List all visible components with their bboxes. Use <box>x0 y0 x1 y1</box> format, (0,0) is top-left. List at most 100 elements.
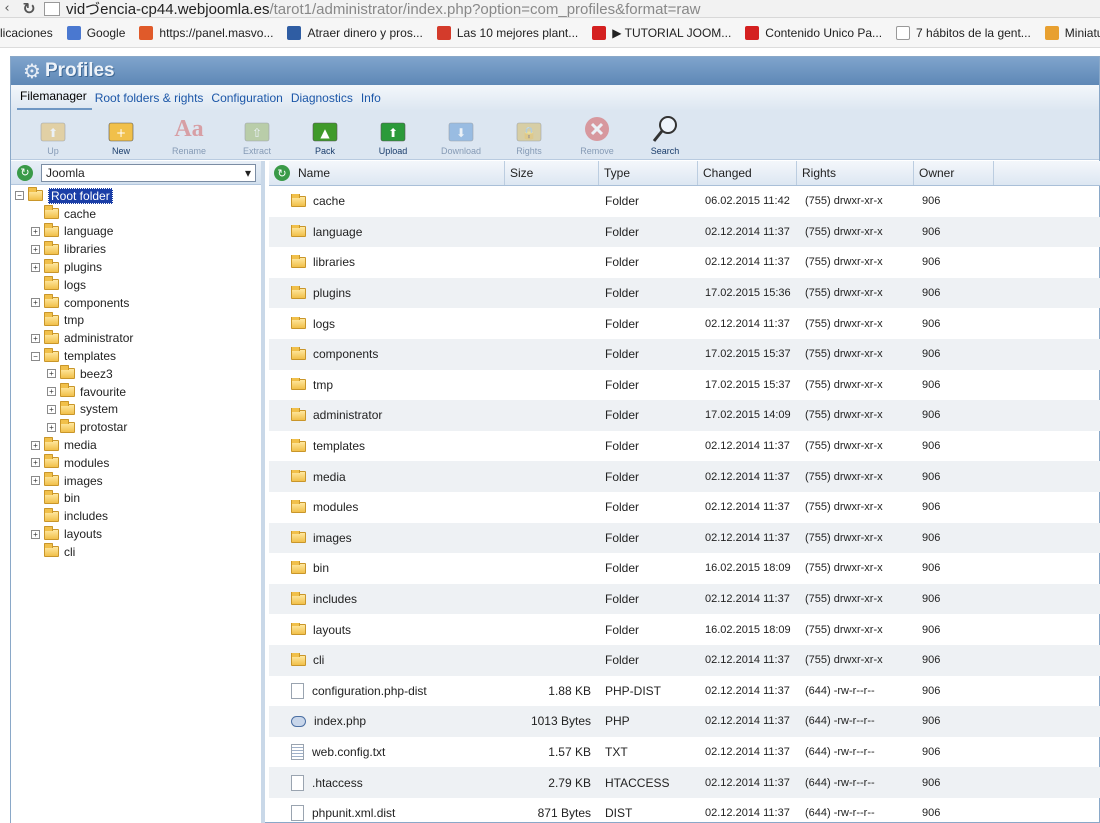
table-row[interactable]: .htaccess 2.79 KB HTACCESS 02.12.2014 11:37… <box>269 767 1100 798</box>
tree-item-media[interactable]: + media <box>11 436 261 454</box>
tree-item-administrator[interactable]: + administrator <box>11 329 261 347</box>
remove-button[interactable]: Remove <box>563 110 631 158</box>
tree-item-logs[interactable]: logs <box>11 276 261 294</box>
tab-info[interactable]: Info <box>358 91 386 110</box>
table-row[interactable]: images Folder 02.12.2014 11:37 (755) drwxr-… <box>269 522 1100 554</box>
tab-root-folders-rights[interactable]: Root folders & rights <box>92 91 209 110</box>
column-header-owner[interactable]: Owner <box>914 161 994 185</box>
expand-icon[interactable]: + <box>31 226 40 236</box>
table-row[interactable]: layouts Folder 16.02.2015 18:09 (755) drwxr… <box>269 614 1100 645</box>
bookmark-item[interactable]: ▶ TUTORIAL JOOM... <box>592 25 731 40</box>
cell-name: includes <box>269 592 505 606</box>
cell-rights: (755) drwxr-xr-x <box>805 378 883 391</box>
tree-item-modules[interactable]: + modules <box>11 454 261 472</box>
tab-filemanager[interactable]: Filemanager <box>17 89 92 110</box>
extract-button[interactable]: ⇧ Extract <box>223 110 291 158</box>
collapse-icon[interactable]: − <box>15 191 24 201</box>
table-row[interactable]: phpunit.xml.dist 871 Bytes DIST 02.12.2014 … <box>269 798 1100 822</box>
expand-icon[interactable]: + <box>31 458 40 468</box>
tree-item-libraries[interactable]: + libraries <box>11 240 261 258</box>
upload-button[interactable]: ⬆ Upload <box>359 110 427 158</box>
cell-rights: (755) drwxr-xr-x <box>805 654 883 667</box>
table-row[interactable]: cli Folder 02.12.2014 11:37 (755) drwxr-xr-… <box>269 644 1100 676</box>
expand-icon[interactable]: + <box>47 369 56 379</box>
table-row[interactable]: language Folder 02.12.2014 11:37 (755) drwx… <box>269 216 1100 248</box>
expand-icon[interactable]: + <box>31 476 40 486</box>
table-row[interactable]: administrator Folder 17.02.2015 14:09 (755)… <box>269 400 1100 431</box>
expand-icon[interactable]: + <box>31 244 40 254</box>
bookmarks-bar: licaciones Google https://panel.masvo... At… <box>0 18 1100 48</box>
table-row[interactable]: tmp Folder 17.02.2015 15:37 (755) drwxr-xr-… <box>269 370 1100 401</box>
tree-item-favourite[interactable]: + favourite <box>11 383 261 401</box>
search-button[interactable]: Search <box>631 110 699 158</box>
tree-item-images[interactable]: + images <box>11 472 261 490</box>
refresh-icon[interactable]: ↻ <box>274 165 290 181</box>
expand-icon[interactable]: + <box>31 298 40 308</box>
url-path: /tarot1/administrator/index.php?option=c… <box>269 1 701 18</box>
column-header-name[interactable]: ↻ Name <box>269 161 505 185</box>
tree-item-bin[interactable]: bin <box>11 489 261 508</box>
back-icon[interactable]: ‹ <box>0 1 14 16</box>
tree-item-cli[interactable]: cli <box>11 543 261 561</box>
bookmark-item[interactable]: Las 10 mejores plant... <box>436 25 578 40</box>
expand-icon[interactable]: + <box>31 440 40 450</box>
tree-item-includes[interactable]: includes <box>11 507 261 525</box>
pack-button[interactable]: ▲ Pack <box>291 110 359 158</box>
table-row[interactable]: bin Folder 16.02.2015 18:09 (755) drwxr-xr-… <box>269 553 1100 584</box>
table-row[interactable]: web.config.txt 1.57 KB TXT 02.12.2014 11:37… <box>269 737 1100 768</box>
tree-item-cache[interactable]: cache <box>11 205 261 223</box>
collapse-icon[interactable]: − <box>31 351 40 361</box>
tab-configuration[interactable]: Configuration <box>208 91 287 110</box>
cell-changed: 16.02.2015 18:09 <box>705 562 791 575</box>
rename-button[interactable]: Aa Rename <box>155 110 223 158</box>
bookmark-item[interactable]: licaciones <box>0 26 53 40</box>
table-row[interactable]: logs Folder 02.12.2014 11:37 (755) drwxr-xr… <box>269 308 1100 339</box>
expand-icon[interactable]: + <box>47 387 56 397</box>
column-header-rights[interactable]: Rights <box>797 161 914 185</box>
bookmark-item[interactable]: https://panel.masvo... <box>139 25 273 40</box>
tree-item-protostar[interactable]: + protostar <box>11 418 261 436</box>
tab-diagnostics[interactable]: Diagnostics <box>288 91 358 110</box>
table-row[interactable]: modules Folder 02.12.2014 11:37 (755) drwxr… <box>269 492 1100 523</box>
table-row[interactable]: plugins Folder 17.02.2015 15:36 (755) drwxr… <box>269 277 1100 309</box>
bookmark-item[interactable]: 7 hábitos de la gent... <box>896 25 1031 40</box>
table-row[interactable]: cache Folder 06.02.2015 11:42 (755) drwxr-x… <box>269 186 1100 217</box>
tree-item-plugins[interactable]: + plugins <box>11 258 261 276</box>
column-header-type[interactable]: Type <box>599 161 698 185</box>
tree-item-tmp[interactable]: tmp <box>11 311 261 330</box>
bookmark-item[interactable]: Contenido Unico Pa... <box>745 25 882 40</box>
column-header-size[interactable]: Size <box>505 161 599 185</box>
bookmark-item[interactable]: Google <box>66 25 125 40</box>
column-header-changed[interactable]: Changed <box>698 161 797 185</box>
table-row[interactable]: media Folder 02.12.2014 11:37 (755) drwxr-x… <box>269 461 1100 492</box>
table-row[interactable]: includes Folder 02.12.2014 11:37 (755) drwx… <box>269 583 1100 615</box>
up-button[interactable]: ⬆ Up <box>19 110 87 158</box>
bookmark-item[interactable]: Miniaturas <box>1044 25 1100 40</box>
tree-item-language[interactable]: + language <box>11 222 261 241</box>
table-row[interactable]: libraries Folder 02.12.2014 11:37 (755) drw… <box>269 247 1100 278</box>
table-row[interactable]: components Folder 17.02.2015 15:37 (755) dr… <box>269 338 1100 370</box>
tree-item-layouts[interactable]: + layouts <box>11 525 261 543</box>
tree-item-components[interactable]: + components <box>11 294 261 312</box>
refresh-icon[interactable]: ↻ <box>17 164 33 181</box>
expand-icon[interactable]: + <box>31 529 40 539</box>
download-button[interactable]: ⬇ Download <box>427 110 495 158</box>
expand-icon[interactable]: + <box>47 422 56 432</box>
tree-item-system[interactable]: + system <box>11 400 261 419</box>
tree-item-beez3[interactable]: + beez3 <box>11 365 261 383</box>
tree-item-root-folder[interactable]: − Root folder <box>11 187 261 205</box>
expand-icon[interactable]: + <box>31 262 40 272</box>
reload-icon[interactable]: ↻ <box>14 0 44 18</box>
cell-name: .htaccess <box>269 774 505 791</box>
table-row[interactable]: index.php 1013 Bytes PHP 02.12.2014 11:37 (6… <box>269 706 1100 737</box>
bookmark-item[interactable]: Atraer dinero y pros... <box>287 25 423 40</box>
new-button[interactable]: + New <box>87 110 155 158</box>
tree-item-templates[interactable]: − templates <box>11 347 261 365</box>
rights-button[interactable]: 🔒 Rights <box>495 110 563 158</box>
table-row[interactable]: templates Folder 02.12.2014 11:37 (755) drw… <box>269 431 1100 462</box>
expand-icon[interactable]: + <box>47 404 56 414</box>
table-row[interactable]: configuration.php-dist 1.88 KB PHP-DIST 02.… <box>269 676 1100 707</box>
root-select[interactable]: Joomla ▾ <box>41 163 256 182</box>
expand-icon[interactable]: + <box>31 333 40 343</box>
url-field[interactable]: vidづencia-cp44.webjoomla.es/tarot1/admin… <box>66 0 701 19</box>
